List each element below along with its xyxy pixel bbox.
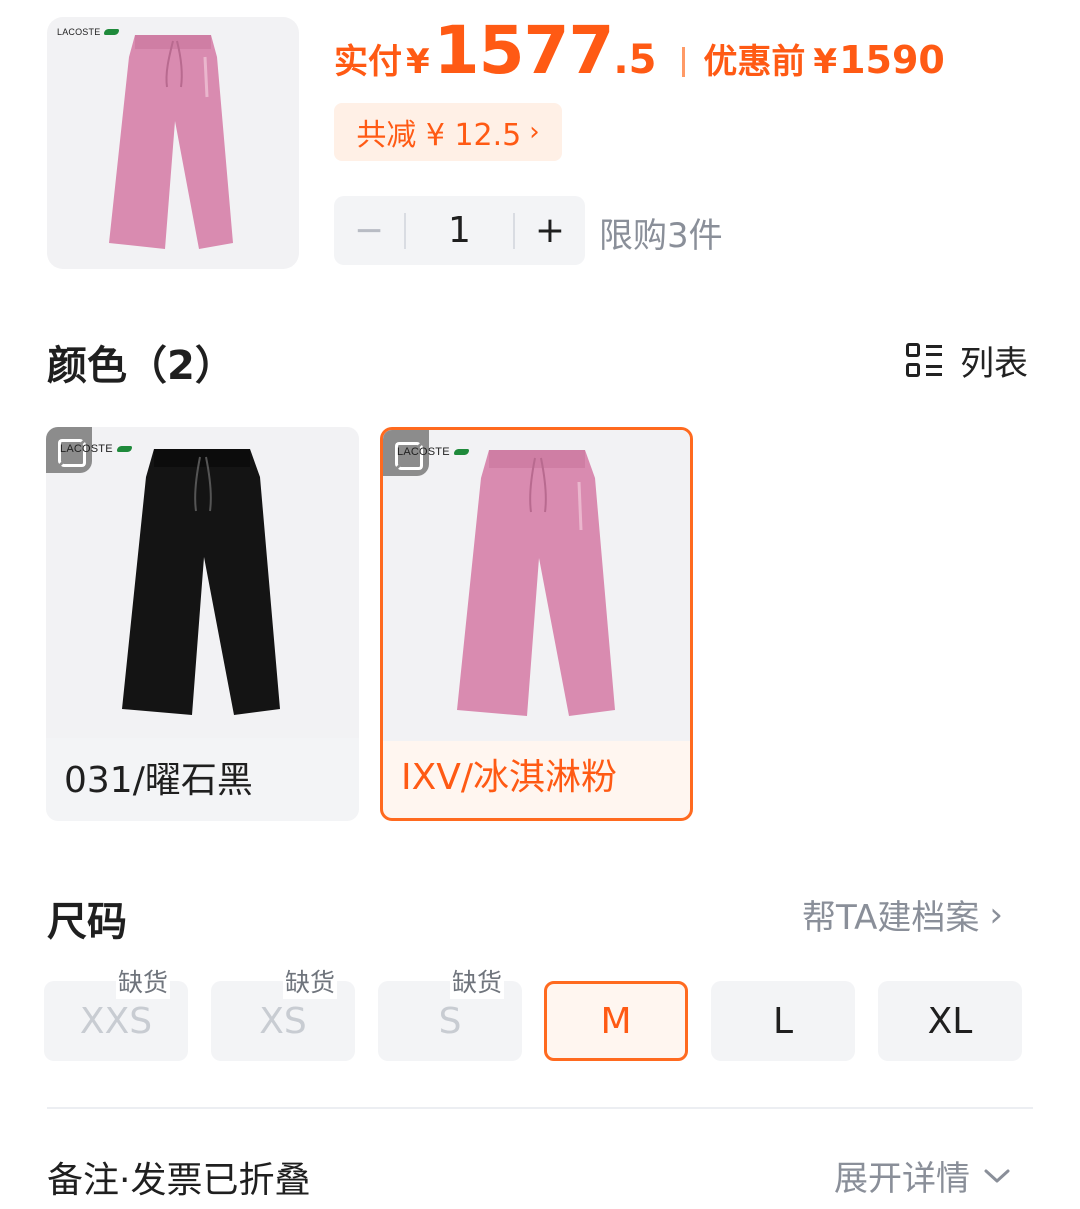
size-label: L <box>772 1000 794 1042</box>
size-option-s[interactable]: S 缺货 <box>378 963 522 1061</box>
brand-logo: LACOSTE <box>60 443 132 455</box>
quantity-value[interactable]: 1 <box>406 210 513 251</box>
original-price-label: 优惠前 <box>703 42 806 82</box>
decrease-quantity-button[interactable]: − <box>334 210 404 251</box>
price-decimal: .5 <box>613 37 657 83</box>
price-row: 实付 ¥ 1577 .5 优惠前 ¥ 1590 <box>334 12 945 92</box>
notes-invoice-label: 备注·发票已折叠 <box>47 1160 311 1201</box>
crocodile-logo-icon <box>104 29 120 35</box>
crocodile-logo-icon <box>116 446 132 452</box>
color-option-label: IXV/冰淇淋粉 <box>401 757 618 798</box>
size-label: XS <box>259 1000 307 1042</box>
color-option-pink[interactable]: LACOSTE IXV/冰淇淋粉 <box>380 427 693 821</box>
brand-logo: LACOSTE <box>397 446 469 458</box>
pink-pants-image <box>383 430 690 741</box>
list-view-label: 列表 <box>960 344 1028 384</box>
create-profile-link[interactable]: 帮TA建档案 › <box>802 890 1003 939</box>
out-of-stock-tag: 缺货 <box>116 963 171 999</box>
expand-details-button[interactable]: 展开详情 <box>834 1151 1012 1200</box>
out-of-stock-tag: 缺货 <box>450 963 505 999</box>
crocodile-logo-icon <box>453 449 469 455</box>
size-option-xl[interactable]: XL <box>878 981 1022 1061</box>
original-currency-symbol: ¥ <box>813 42 838 82</box>
size-option-l[interactable]: L <box>711 981 855 1061</box>
currency-symbol: ¥ <box>406 42 430 82</box>
list-view-toggle[interactable]: 列表 <box>904 336 1028 385</box>
section-divider <box>47 1107 1033 1109</box>
size-section-title: 尺码 <box>47 899 127 945</box>
pink-pants-image <box>109 35 233 249</box>
discount-text: 共减 ¥ 12.5 <box>356 118 522 153</box>
discount-badge[interactable]: 共减 ¥ 12.5 › <box>334 103 562 161</box>
price-integer: 1577 <box>433 12 615 89</box>
color-option-label: 031/曜石黑 <box>64 760 253 801</box>
color-section-title: 颜色（2） <box>47 343 235 389</box>
size-option-xxs[interactable]: XXS 缺货 <box>44 963 188 1061</box>
increase-quantity-button[interactable]: + <box>515 210 585 251</box>
chevron-right-icon: › <box>529 117 540 147</box>
size-label: S <box>438 1000 462 1042</box>
size-label: XXS <box>79 1000 153 1042</box>
size-option-m[interactable]: M <box>544 981 688 1061</box>
color-option-black[interactable]: LACOSTE 031/曜石黑 <box>46 427 359 821</box>
size-label: M <box>600 1000 632 1042</box>
quantity-stepper[interactable]: − 1 + <box>334 196 585 265</box>
chevron-right-icon: › <box>989 894 1003 935</box>
purchase-limit-text: 限购3件 <box>599 216 723 256</box>
product-thumbnail[interactable]: LACOSTE <box>47 17 299 269</box>
pay-label: 实付 <box>334 42 402 82</box>
brand-logo: LACOSTE <box>57 27 120 37</box>
chevron-down-icon <box>984 1169 1010 1182</box>
list-view-icon <box>904 341 944 381</box>
black-pants-image <box>46 427 359 738</box>
price-separator <box>682 47 686 77</box>
expand-details-label: 展开详情 <box>834 1159 970 1199</box>
create-profile-label: 帮TA建档案 <box>802 898 980 938</box>
original-price: 1590 <box>839 38 945 82</box>
size-option-xs[interactable]: XS 缺货 <box>211 963 355 1061</box>
size-label: XL <box>927 1000 973 1042</box>
out-of-stock-tag: 缺货 <box>283 963 338 999</box>
